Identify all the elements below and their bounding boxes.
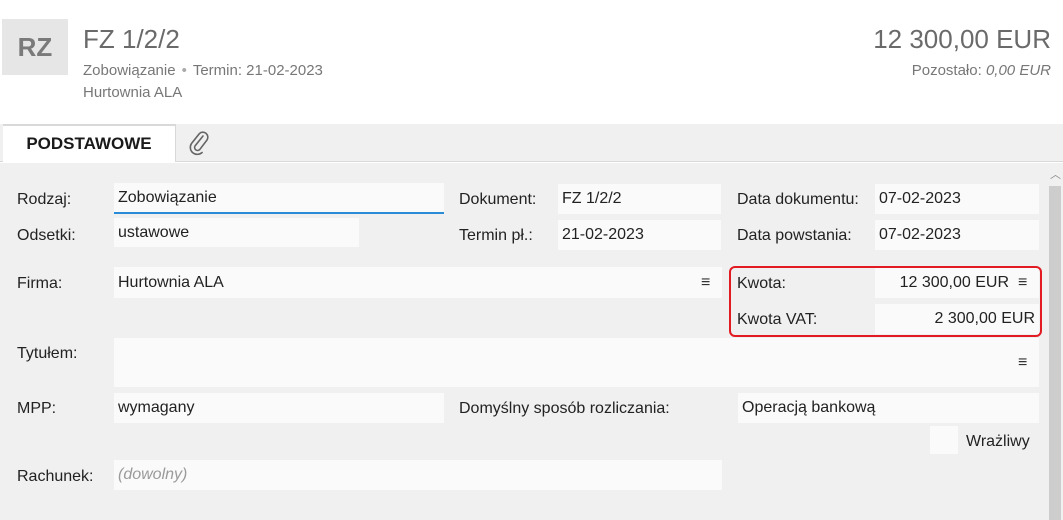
- due-date-text: Termin: 21-02-2023: [192, 62, 323, 79]
- document-title: FZ 1/2/2: [83, 24, 180, 54]
- odsetki-field[interactable]: ustawowe: [114, 218, 359, 247]
- document-type-badge: RZ: [2, 19, 68, 75]
- dokument-field[interactable]: FZ 1/2/2: [558, 184, 721, 214]
- scroll-up-icon[interactable]: ︿: [1050, 166, 1061, 182]
- separator-dot: •: [181, 62, 187, 79]
- rodzaj-label: Rodzaj:: [17, 191, 72, 208]
- document-kind: Zobowiązanie: [83, 62, 176, 79]
- firma-field[interactable]: Hurtownia ALA: [114, 267, 722, 298]
- mpp-field[interactable]: wymagany: [114, 393, 444, 423]
- rodzaj-field[interactable]: Zobowiązanie: [114, 183, 444, 214]
- data-dokumentu-field[interactable]: 07-02-2023: [875, 184, 1039, 214]
- tab-podstawowe[interactable]: PODSTAWOWE: [3, 124, 176, 162]
- remaining-amount: Pozostało: 0,00 EUR: [912, 62, 1051, 79]
- rachunek-placeholder: (dowolny): [118, 466, 188, 483]
- sposob-rozliczania-field[interactable]: Operacją bankową: [738, 393, 1039, 423]
- termin-label: Termin pł.:: [459, 227, 533, 244]
- tab-bar: PODSTAWOWE: [0, 124, 1063, 162]
- wrazliwy-checkbox[interactable]: [930, 426, 958, 454]
- termin-field[interactable]: 21-02-2023: [558, 220, 721, 250]
- firma-menu-icon[interactable]: ≡: [701, 274, 710, 292]
- company-name: Hurtownia ALA: [83, 84, 183, 101]
- data-dokumentu-label: Data dokumentu:: [737, 191, 859, 208]
- firma-label: Firma:: [17, 275, 63, 292]
- tytulem-menu-icon[interactable]: ≡: [1018, 354, 1027, 372]
- rachunek-field[interactable]: (dowolny): [114, 460, 722, 490]
- amount-highlight-box: [729, 266, 1042, 337]
- dokument-label: Dokument:: [459, 191, 537, 208]
- data-powstania-label: Data powstania:: [737, 227, 852, 244]
- remaining-label: Pozostało:: [911, 62, 982, 79]
- tytulem-label: Tytułem:: [17, 345, 78, 362]
- data-powstania-field[interactable]: 07-02-2023: [875, 220, 1039, 250]
- odsetki-label: Odsetki:: [17, 227, 76, 244]
- rachunek-label: Rachunek:: [17, 468, 94, 485]
- document-header: RZ FZ 1/2/2 Zobowiązanie • Termin: 21-02-2…: [0, 0, 1063, 124]
- paperclip-icon[interactable]: [186, 130, 212, 156]
- mpp-label: MPP:: [17, 400, 57, 417]
- total-amount: 12 300,00 EUR: [873, 24, 1051, 54]
- remaining-value: 0,00 EUR: [985, 62, 1051, 79]
- scrollbar-thumb[interactable]: [1049, 186, 1061, 520]
- document-subtitle: Zobowiązanie • Termin: 21-02-2023: [83, 62, 323, 79]
- wrazliwy-label: Wrażliwy: [966, 433, 1030, 450]
- sposob-rozliczania-label: Domyślny sposób rozliczania:: [459, 400, 670, 417]
- tytulem-field[interactable]: [114, 338, 1039, 387]
